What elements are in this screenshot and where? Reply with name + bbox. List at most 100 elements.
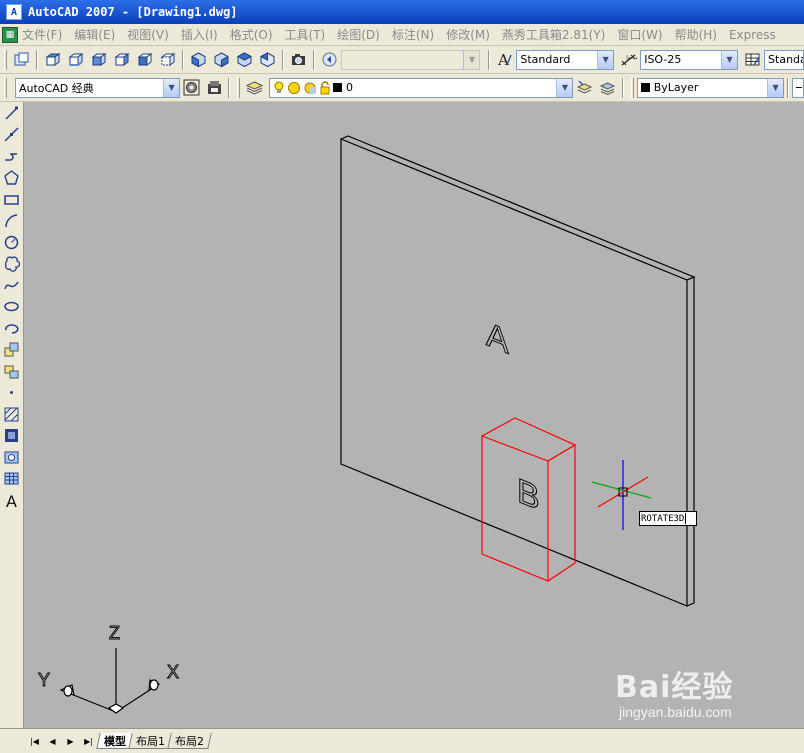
- dynamic-input-tooltip[interactable]: ROTATE3D: [639, 511, 697, 526]
- line-icon[interactable]: [1, 103, 22, 124]
- layer-color-swatch: [332, 83, 342, 92]
- chevron-down-icon[interactable]: ▼: [597, 50, 614, 69]
- chevron-down-icon[interactable]: ▼: [556, 78, 573, 97]
- chevron-down-icon[interactable]: ▼: [163, 78, 180, 97]
- dimension-style-combo[interactable]: ISO-25 ▼: [640, 49, 739, 70]
- menu-format[interactable]: 格式(O): [230, 26, 273, 43]
- hatch-icon[interactable]: [1, 404, 22, 425]
- linetype-control-combo[interactable]: [792, 77, 804, 98]
- lock-icon[interactable]: [319, 80, 331, 95]
- text-style-icon[interactable]: A: [494, 49, 515, 70]
- chevron-down-icon[interactable]: ▼: [767, 78, 784, 97]
- ellipse-arc-icon[interactable]: [1, 318, 22, 339]
- ne-isometric-icon[interactable]: [234, 49, 255, 70]
- dynamic-input-command: ROTATE3D: [641, 513, 685, 524]
- svg-text:|←→|: |←→|: [626, 55, 637, 62]
- draw-toolbar: A: [0, 102, 24, 728]
- rectangle-icon[interactable]: [1, 189, 22, 210]
- previous-tab-icon[interactable]: ◀: [44, 734, 61, 749]
- make-object-layer-current-icon[interactable]: [574, 77, 595, 98]
- layer-previous-icon[interactable]: [597, 77, 618, 98]
- circle-icon[interactable]: [1, 232, 22, 253]
- toolbar-separator: [488, 49, 491, 70]
- chevron-down-icon[interactable]: ▼: [721, 50, 738, 69]
- panel-a[interactable]: [340, 135, 696, 607]
- table-icon[interactable]: [1, 469, 22, 490]
- back-view-icon[interactable]: [157, 49, 178, 70]
- dimension-style-icon[interactable]: |←→|: [618, 49, 639, 70]
- tab-layout1[interactable]: 布局1: [128, 733, 173, 749]
- menu-modify[interactable]: 修改(M): [446, 26, 490, 43]
- sun-icon[interactable]: [287, 81, 301, 95]
- region-icon[interactable]: [1, 447, 22, 468]
- color-control-combo[interactable]: ByLayer ▼: [636, 77, 785, 98]
- workspace-save-icon[interactable]: [204, 77, 225, 98]
- right-view-icon[interactable]: [111, 49, 132, 70]
- toolbar-grip[interactable]: [237, 77, 241, 98]
- camera-icon[interactable]: [288, 49, 309, 70]
- tab-layout2[interactable]: 布局2: [167, 733, 212, 749]
- layer-combo[interactable]: 0 ▼: [268, 77, 574, 98]
- box-b-label: B: [517, 471, 540, 518]
- multiline-text-icon[interactable]: A: [1, 490, 22, 511]
- toolbar-separator: [181, 49, 184, 70]
- document-icon[interactable]: ▦: [2, 26, 18, 43]
- toolbar-layers: AutoCAD 经典 ▼ 0 ▼ ByLayer ▼: [0, 74, 804, 102]
- menu-window[interactable]: 窗口(W): [617, 26, 662, 43]
- bottom-view-icon[interactable]: [65, 49, 86, 70]
- autocad-app-icon: A: [6, 4, 22, 20]
- point-icon[interactable]: [1, 383, 22, 404]
- top-view-icon[interactable]: [42, 49, 63, 70]
- view-list-combo[interactable]: ▼: [340, 49, 481, 70]
- se-isometric-icon[interactable]: [211, 49, 232, 70]
- menu-view[interactable]: 视图(V): [127, 26, 169, 43]
- ellipse-icon[interactable]: [1, 297, 22, 318]
- ucs-z-label: Z: [109, 623, 120, 643]
- lightbulb-icon[interactable]: [273, 81, 285, 95]
- toolbar-separator: [35, 49, 38, 70]
- make-block-icon[interactable]: [1, 361, 22, 382]
- dimension-style-value: ISO-25: [644, 53, 682, 66]
- menu-insert[interactable]: 插入(I): [181, 26, 218, 43]
- tab-layout1-label: 布局1: [136, 734, 166, 748]
- toolbar-grip[interactable]: [630, 77, 634, 98]
- chevron-down-icon[interactable]: ▼: [463, 50, 480, 69]
- drawing-canvas[interactable]: A B Z Y X: [24, 102, 804, 728]
- polyline-icon[interactable]: [1, 146, 22, 167]
- menu-dimension[interactable]: 标注(N): [392, 26, 434, 43]
- menu-help[interactable]: 帮助(H): [675, 26, 717, 43]
- toolbar-grip[interactable]: [4, 49, 7, 70]
- menu-draw[interactable]: 绘图(D): [337, 26, 380, 43]
- gradient-icon[interactable]: [1, 426, 22, 447]
- menu-yanxiu-toolbox[interactable]: 燕秀工具箱2.81(Y): [502, 26, 605, 43]
- previous-view-icon[interactable]: [319, 49, 340, 70]
- text-style-combo[interactable]: Standard ▼: [516, 49, 615, 70]
- menu-express[interactable]: Express: [729, 28, 776, 42]
- toolbar-grip[interactable]: [4, 77, 7, 98]
- named-views-icon[interactable]: [11, 49, 32, 70]
- front-view-icon[interactable]: [134, 49, 155, 70]
- menu-tools[interactable]: 工具(T): [285, 26, 326, 43]
- first-tab-icon[interactable]: |◀: [26, 734, 43, 749]
- insert-block-icon[interactable]: [1, 340, 22, 361]
- workspace-settings-icon[interactable]: [181, 77, 202, 98]
- sw-isometric-icon[interactable]: [188, 49, 209, 70]
- layer-properties-icon[interactable]: [244, 77, 265, 98]
- linetype-dash-icon: [796, 87, 803, 88]
- menu-file[interactable]: 文件(F): [22, 26, 62, 43]
- table-style-icon[interactable]: [742, 49, 763, 70]
- spline-icon[interactable]: [1, 275, 22, 296]
- next-tab-icon[interactable]: ▶: [62, 734, 79, 749]
- left-view-icon[interactable]: [88, 49, 109, 70]
- viewport-freeze-icon[interactable]: [303, 81, 317, 95]
- workspace-combo[interactable]: AutoCAD 经典 ▼: [14, 77, 181, 98]
- menu-edit[interactable]: 编辑(E): [74, 26, 115, 43]
- last-tab-icon[interactable]: ▶|: [80, 734, 97, 749]
- toolbar-views: ▼ A Standard ▼ |←→| ISO-25 ▼ Standard: [0, 46, 804, 74]
- table-style-combo[interactable]: Standard: [764, 49, 804, 70]
- construction-line-icon[interactable]: [1, 125, 22, 146]
- revision-cloud-icon[interactable]: [1, 254, 22, 275]
- polygon-icon[interactable]: [1, 168, 22, 189]
- arc-icon[interactable]: [1, 211, 22, 232]
- nw-isometric-icon[interactable]: [257, 49, 278, 70]
